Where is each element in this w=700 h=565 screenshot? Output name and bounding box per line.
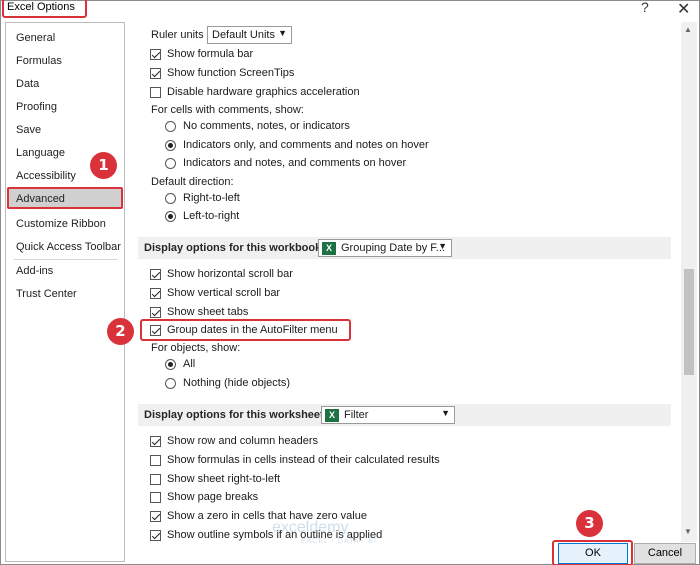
disable-hw-accel-label: Disable hardware graphics acceleration [167, 86, 360, 98]
sidebar-item-advanced[interactable]: Advanced [16, 193, 65, 205]
show-horizontal-scroll-label: Show horizontal scroll bar [167, 268, 293, 280]
disable-hw-accel-checkbox[interactable] [150, 87, 161, 98]
sidebar-item-proofing[interactable]: Proofing [16, 101, 57, 113]
show-function-screentips-checkbox[interactable] [150, 68, 161, 79]
direction-group-label: Default direction: [151, 176, 234, 188]
workbook-section-label: Display options for this workbook: [144, 242, 325, 254]
direction-rtl-radio[interactable] [165, 193, 176, 204]
show-formula-bar-label: Show formula bar [167, 48, 254, 60]
cancel-button[interactable]: Cancel [634, 543, 696, 564]
sidebar-item-language[interactable]: Language [16, 147, 65, 159]
chevron-down-icon: ▼ [441, 408, 450, 418]
chevron-down-icon: ▼ [278, 28, 287, 38]
show-page-breaks-checkbox[interactable] [150, 492, 161, 503]
show-function-screentips-label: Show function ScreenTips [167, 67, 295, 79]
watermark-brand: exceldemy [272, 519, 349, 536]
objects-nothing-radio[interactable] [165, 378, 176, 389]
sidebar-item-save[interactable]: Save [16, 124, 41, 136]
sidebar-item-add-ins[interactable]: Add-ins [16, 265, 53, 277]
show-zero-checkbox[interactable] [150, 511, 161, 522]
comments-group-label: For cells with comments, show: [151, 104, 304, 116]
show-row-col-headers-label: Show row and column headers [167, 435, 319, 447]
show-vertical-scroll-label: Show vertical scroll bar [167, 287, 281, 299]
title-highlight-box [2, 0, 87, 18]
excel-options-dialog: Excel Options ? ✕ General Formulas Data … [0, 0, 700, 565]
help-button[interactable]: ? [641, 0, 649, 15]
scrollbar-thumb[interactable] [684, 269, 694, 375]
group-dates-checkbox[interactable] [150, 325, 161, 336]
sidebar-item-data[interactable]: Data [16, 78, 39, 90]
sidebar-divider [14, 259, 118, 260]
group-dates-label: Group dates in the AutoFilter menu [167, 324, 338, 336]
comments-indicators-notes-radio[interactable] [165, 158, 176, 169]
step-badge-1: 1 [90, 152, 117, 179]
sidebar-item-quick-access-toolbar[interactable]: Quick Access Toolbar [16, 241, 121, 253]
chevron-down-icon: ▼ [438, 241, 447, 251]
sidebar-item-trust-center[interactable]: Trust Center [16, 288, 77, 300]
ruler-units-select[interactable]: Default Units ▼ [207, 26, 292, 44]
objects-all-radio[interactable] [165, 359, 176, 370]
title-bar: Excel Options ? ✕ [1, 0, 699, 19]
options-sidebar: General Formulas Data Proofing Save Lang… [5, 22, 125, 562]
ok-button[interactable]: OK [558, 543, 628, 564]
comments-indicators-only-label: Indicators only, and comments and notes … [183, 139, 429, 151]
excel-sheet-icon: X [325, 409, 339, 422]
show-formulas-label: Show formulas in cells instead of their … [167, 454, 440, 466]
direction-rtl-label: Right-to-left [183, 192, 240, 204]
objects-group-label: For objects, show: [151, 342, 241, 354]
show-outline-checkbox[interactable] [150, 530, 161, 541]
sidebar-item-accessibility[interactable]: Accessibility [16, 170, 76, 182]
close-button[interactable]: ✕ [677, 0, 690, 19]
show-page-breaks-label: Show page breaks [167, 491, 259, 503]
comments-none-label: No comments, notes, or indicators [183, 120, 350, 132]
vertical-scrollbar[interactable]: ▲ ▼ [681, 22, 697, 542]
show-sheet-tabs-label: Show sheet tabs [167, 306, 249, 318]
worksheet-select-value: Filter [344, 409, 369, 421]
worksheet-section-label: Display options for this worksheet: [144, 409, 328, 421]
direction-ltr-label: Left-to-right [183, 210, 240, 222]
step-badge-3: 3 [576, 510, 603, 537]
show-vertical-scroll-checkbox[interactable] [150, 288, 161, 299]
show-row-col-headers-checkbox[interactable] [150, 436, 161, 447]
direction-ltr-radio[interactable] [165, 211, 176, 222]
show-formulas-checkbox[interactable] [150, 455, 161, 466]
watermark-tagline: EXCEL · DATA · BI [301, 538, 377, 545]
show-formula-bar-checkbox[interactable] [150, 49, 161, 60]
comments-indicators-only-radio[interactable] [165, 140, 176, 151]
worksheet-select[interactable]: X Filter ▼ [321, 406, 455, 424]
comments-none-radio[interactable] [165, 121, 176, 132]
excel-file-icon: X [322, 242, 336, 255]
workbook-select[interactable]: X Grouping Date by F... ▼ [318, 239, 452, 257]
show-sheet-rtl-checkbox[interactable] [150, 474, 161, 485]
show-sheet-rtl-label: Show sheet right-to-left [167, 473, 281, 485]
sidebar-item-general[interactable]: General [16, 32, 55, 44]
show-horizontal-scroll-checkbox[interactable] [150, 269, 161, 280]
scroll-up-arrow-icon[interactable]: ▲ [684, 25, 692, 34]
advanced-options-panel: Ruler units Default Units ▼ Show formula… [138, 22, 699, 542]
objects-all-label: All [183, 358, 196, 370]
sidebar-item-formulas[interactable]: Formulas [16, 55, 62, 67]
comments-indicators-notes-label: Indicators and notes, and comments on ho… [183, 157, 407, 169]
sidebar-item-customize-ribbon[interactable]: Customize Ribbon [16, 218, 106, 230]
scroll-down-arrow-icon[interactable]: ▼ [684, 527, 692, 536]
objects-nothing-label: Nothing (hide objects) [183, 377, 291, 389]
ruler-units-label: Ruler units [151, 29, 204, 41]
show-sheet-tabs-checkbox[interactable] [150, 307, 161, 318]
step-badge-2: 2 [107, 318, 134, 345]
ruler-units-value: Default Units [212, 29, 275, 41]
workbook-select-value: Grouping Date by F... [341, 242, 445, 254]
